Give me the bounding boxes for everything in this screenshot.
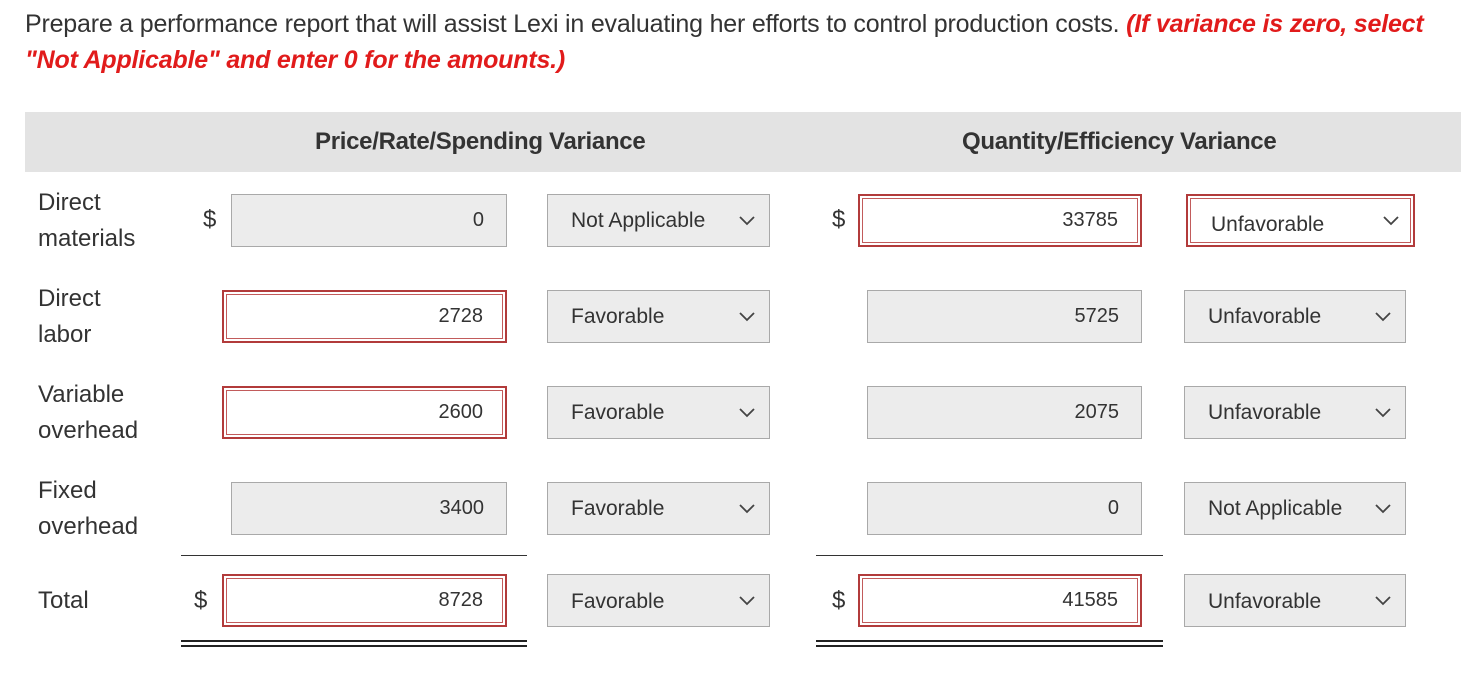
chevron-down-icon (1383, 215, 1399, 225)
select-value: Unfavorable (1208, 401, 1322, 424)
row-label-direct-labor: Direct labor (38, 285, 101, 348)
currency-symbol: $ (203, 206, 217, 233)
row-label-fixed-overhead: Fixed overhead (38, 477, 139, 540)
variable-overhead-price-input[interactable]: 2600 (222, 386, 507, 439)
column-header-quantity: Quantity/Efficiency Variance (962, 128, 1277, 155)
direct-materials-qty-select[interactable]: Unfavorable (1186, 194, 1415, 247)
direct-labor-qty-input[interactable]: 5725 (867, 290, 1142, 343)
row-label-direct-materials: Direct materials (38, 189, 136, 252)
row-label-total: Total (38, 587, 89, 614)
chevron-down-icon (739, 407, 755, 417)
select-value: Favorable (571, 305, 665, 328)
total-price-select[interactable]: Favorable (547, 574, 770, 627)
total-double-rule (181, 640, 527, 642)
select-value: Unfavorable (1208, 305, 1322, 328)
direct-labor-price-select[interactable]: Favorable (547, 290, 770, 343)
variable-overhead-price-select[interactable]: Favorable (547, 386, 770, 439)
total-double-rule (816, 640, 1163, 642)
fixed-overhead-qty-input[interactable]: 0 (867, 482, 1142, 535)
chevron-down-icon (1375, 407, 1391, 417)
direct-materials-qty-input[interactable]: 33785 (858, 194, 1142, 247)
total-double-rule (181, 645, 527, 647)
select-value: Favorable (571, 497, 665, 520)
total-double-rule (816, 645, 1163, 647)
select-value: Favorable (571, 590, 665, 613)
fixed-overhead-price-input[interactable]: 3400 (231, 482, 507, 535)
variable-overhead-qty-input[interactable]: 2075 (867, 386, 1142, 439)
total-qty-select[interactable]: Unfavorable (1184, 574, 1406, 627)
variable-overhead-qty-select[interactable]: Unfavorable (1184, 386, 1406, 439)
chevron-down-icon (739, 595, 755, 605)
total-qty-input[interactable]: 41585 (858, 574, 1142, 627)
select-value: Not Applicable (1208, 497, 1343, 520)
total-price-input[interactable]: 8728 (222, 574, 507, 627)
select-value: Not Applicable (571, 209, 706, 232)
select-value: Favorable (571, 401, 665, 424)
subtotal-rule (181, 555, 527, 556)
fixed-overhead-qty-select[interactable]: Not Applicable (1184, 482, 1406, 535)
direct-materials-price-input[interactable]: 0 (231, 194, 507, 247)
instructions: Prepare a performance report that will a… (25, 6, 1455, 78)
currency-symbol: $ (194, 587, 208, 614)
currency-symbol: $ (832, 587, 846, 614)
fixed-overhead-price-select[interactable]: Favorable (547, 482, 770, 535)
direct-materials-price-select[interactable]: Not Applicable (547, 194, 770, 247)
chevron-down-icon (739, 311, 755, 321)
row-label-variable-overhead: Variable overhead (38, 381, 139, 444)
direct-labor-price-input[interactable]: 2728 (222, 290, 507, 343)
currency-symbol: $ (832, 206, 846, 233)
subtotal-rule (816, 555, 1163, 556)
select-value: Unfavorable (1208, 590, 1322, 613)
chevron-down-icon (1375, 595, 1391, 605)
select-value: Unfavorable (1211, 213, 1325, 236)
chevron-down-icon (1375, 503, 1391, 513)
chevron-down-icon (1375, 311, 1391, 321)
column-header-price: Price/Rate/Spending Variance (315, 128, 646, 155)
chevron-down-icon (739, 215, 755, 225)
chevron-down-icon (739, 503, 755, 513)
direct-labor-qty-select[interactable]: Unfavorable (1184, 290, 1406, 343)
instructions-text: Prepare a performance report that will a… (25, 10, 1120, 38)
